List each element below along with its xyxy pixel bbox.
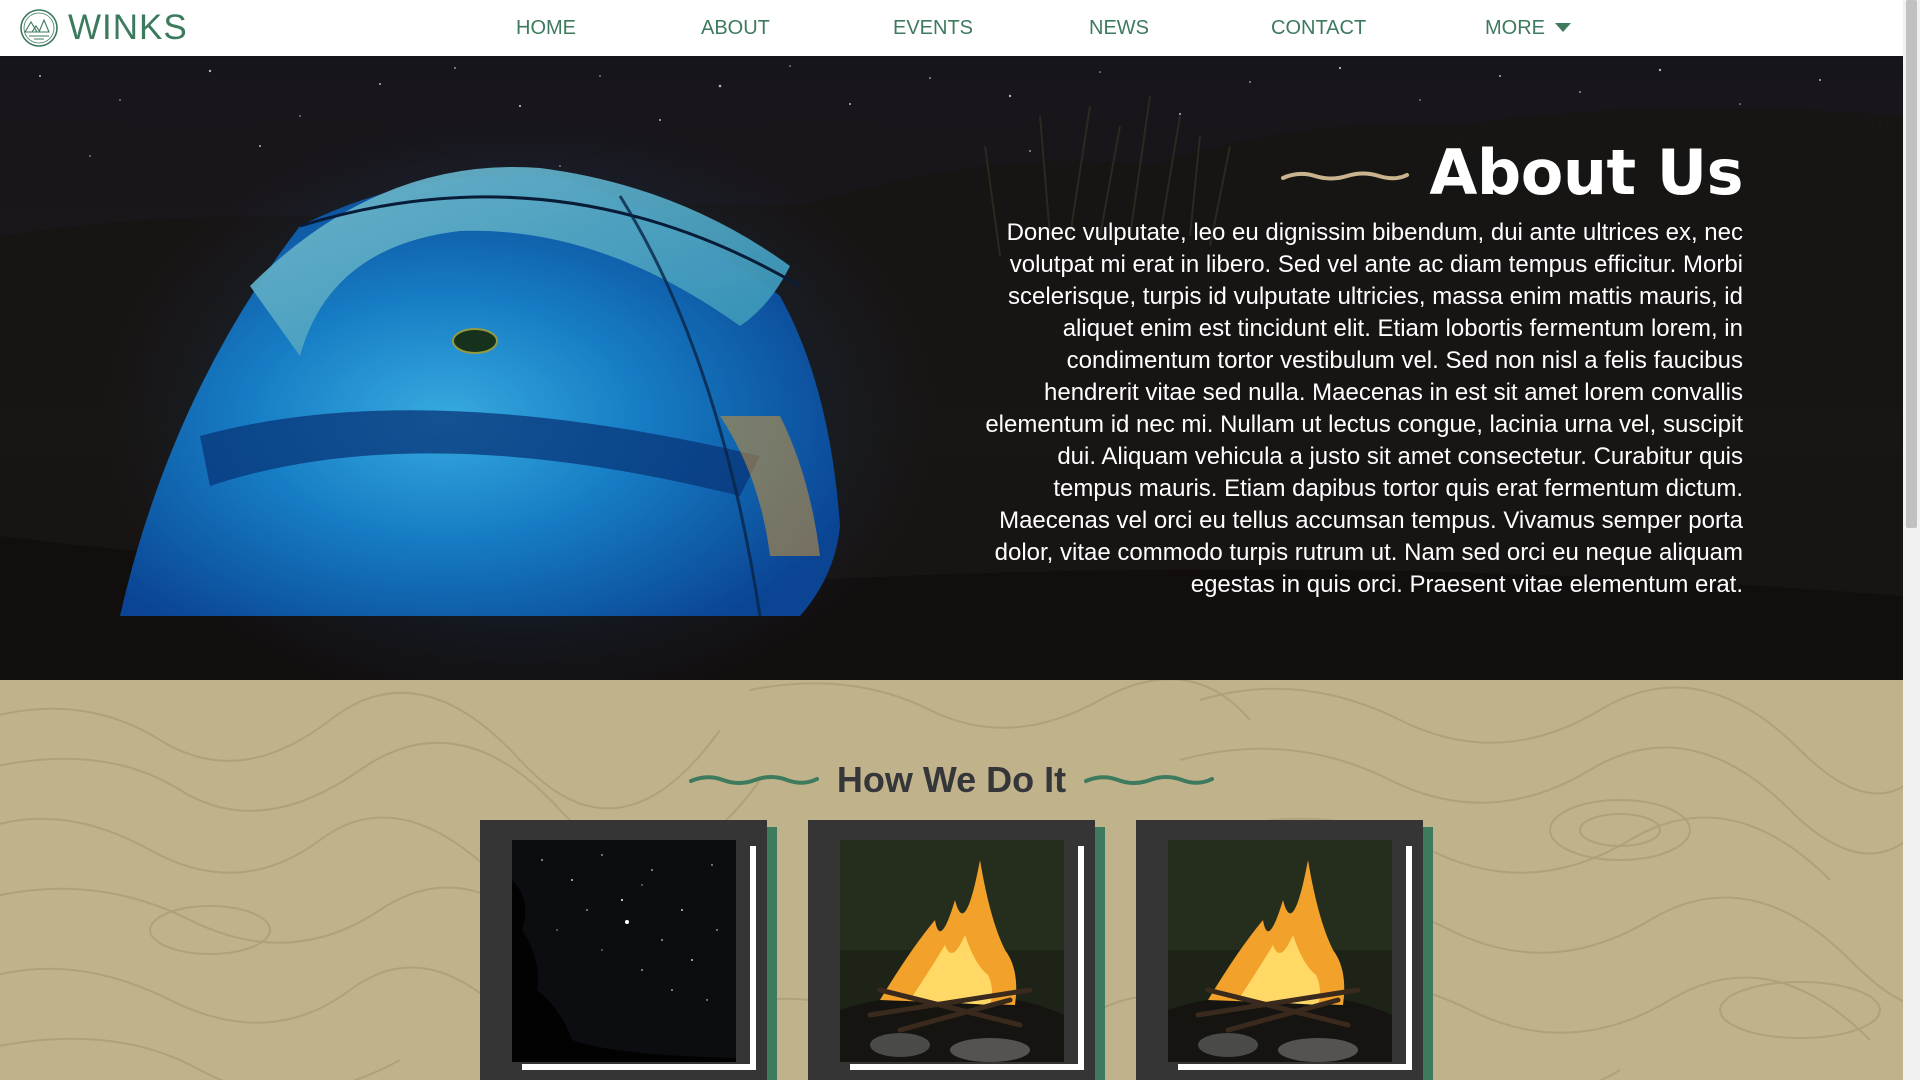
nav-item-home[interactable]: HOME xyxy=(516,17,576,39)
card-accent-bar xyxy=(1095,827,1105,1080)
about-heading-row: About Us xyxy=(1281,138,1743,208)
scrollbar-thumb[interactable] xyxy=(1906,0,1917,528)
nav-item-events[interactable]: EVENTS xyxy=(893,17,973,39)
page-title: About Us xyxy=(1429,136,1743,209)
brand-name: WINKS xyxy=(68,8,188,47)
campsite-logo-icon xyxy=(20,9,58,47)
caret-down-icon xyxy=(1555,22,1571,32)
about-hero: About Us Donec vulputate, leo eu digniss… xyxy=(0,56,1903,680)
feature-card[interactable] xyxy=(808,820,1095,1080)
nav-item-about[interactable]: ABOUT xyxy=(701,17,770,39)
feature-card[interactable] xyxy=(1136,820,1423,1080)
campfire-image xyxy=(840,840,1064,1062)
starry-sky-image xyxy=(512,840,736,1062)
squiggle-divider-left-icon xyxy=(688,775,819,785)
how-we-do-it-heading-row: How We Do It xyxy=(0,758,1903,802)
about-body-text: Donec vulputate, leo eu dignissim bibend… xyxy=(985,219,1743,598)
feature-card[interactable] xyxy=(480,820,767,1080)
card-accent-bar xyxy=(767,827,777,1080)
brand-link[interactable]: WINKS xyxy=(19,8,188,48)
nav-item-contact[interactable]: CONTACT xyxy=(1271,17,1366,39)
nav-more-dropdown[interactable]: MORE xyxy=(1485,17,1571,39)
squiggle-divider-icon xyxy=(1281,171,1410,181)
squiggle-divider-right-icon xyxy=(1084,775,1215,785)
page-scrollbar[interactable] xyxy=(1903,0,1920,1080)
campfire-image xyxy=(1168,840,1392,1062)
nav-item-news[interactable]: NEWS xyxy=(1089,17,1149,39)
nav-more-label: MORE xyxy=(1485,17,1545,39)
section-title: How We Do It xyxy=(836,759,1067,800)
card-accent-bar xyxy=(1423,827,1433,1080)
top-navbar: WINKS HOME ABOUT EVENTS NEWS CONTACT MOR… xyxy=(0,0,1903,56)
